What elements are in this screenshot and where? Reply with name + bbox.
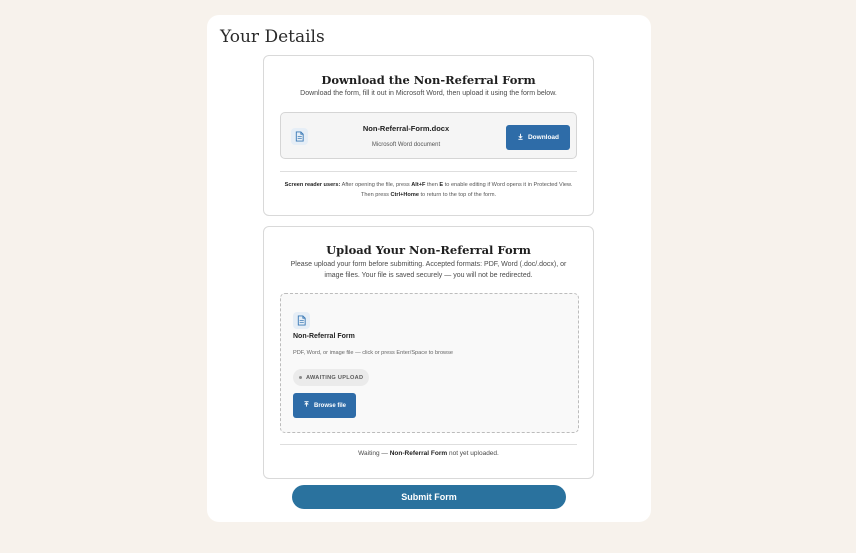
sr-note-key: E — [439, 182, 444, 188]
upload-panel-description: Please upload your form before submittin… — [290, 261, 567, 279]
sr-note-label: Screen reader users: — [284, 182, 341, 188]
browse-file-button[interactable]: Browse file — [293, 393, 356, 418]
sr-note-text: After opening the file, press — [341, 182, 410, 188]
upload-status-badge: AWAITING UPLOAD — [293, 369, 370, 386]
screen-reader-note: Screen reader users: After opening the f… — [280, 180, 577, 200]
file-name: Non-Referral-Form.docx — [362, 124, 450, 133]
upload-form-panel: Upload Your Non-Referral Form Please upl… — [263, 226, 594, 479]
dropzone-hint: PDF, Word, or image file — click or pres… — [293, 350, 453, 356]
status-line-prefix: Waiting — — [358, 450, 388, 457]
status-line-name: Non-Referral Form — [389, 450, 448, 457]
download-panel-title: Download the Non-Referral Form — [321, 73, 536, 87]
file-dropzone[interactable]: Non-Referral Form PDF, Word, or image fi… — [280, 293, 579, 433]
dropzone-title: Non-Referral Form — [293, 333, 355, 340]
page-title: Your Details — [220, 27, 325, 47]
download-button-label: Download — [527, 134, 560, 141]
upload-panel-title: Upload Your Non-Referral Form — [326, 243, 531, 257]
upload-divider — [280, 444, 577, 445]
document-icon — [291, 128, 308, 145]
sr-note-key: Alt+F — [411, 182, 426, 188]
details-card: Your Details Download the Non-Referral F… — [207, 15, 651, 522]
upload-arrow-icon — [303, 401, 310, 410]
submit-form-button[interactable]: Submit Form — [292, 485, 566, 509]
download-arrow-icon — [517, 133, 524, 142]
document-icon — [293, 312, 310, 329]
download-panel-description: Download the form, fill it out in Micros… — [300, 90, 557, 97]
download-button[interactable]: Download — [506, 125, 570, 150]
download-file-box: Non-Referral-Form.docx Microsoft Word do… — [280, 112, 577, 159]
status-line-suffix: not yet uploaded. — [448, 450, 499, 457]
status-dot-icon — [299, 376, 302, 379]
sr-note-text: to return to the top of the form. — [420, 192, 497, 198]
upload-status-line: Waiting — Non-Referral Form not yet uplo… — [264, 450, 593, 457]
download-form-panel: Download the Non-Referral Form Download … — [263, 55, 594, 216]
sr-note-key: Ctrl+Home — [390, 192, 419, 198]
upload-status-text: AWAITING UPLOAD — [306, 374, 364, 381]
sr-note-text: then — [426, 182, 438, 188]
file-type: Microsoft Word document — [371, 142, 441, 148]
browse-file-label: Browse file — [313, 402, 346, 409]
download-divider — [280, 171, 577, 172]
